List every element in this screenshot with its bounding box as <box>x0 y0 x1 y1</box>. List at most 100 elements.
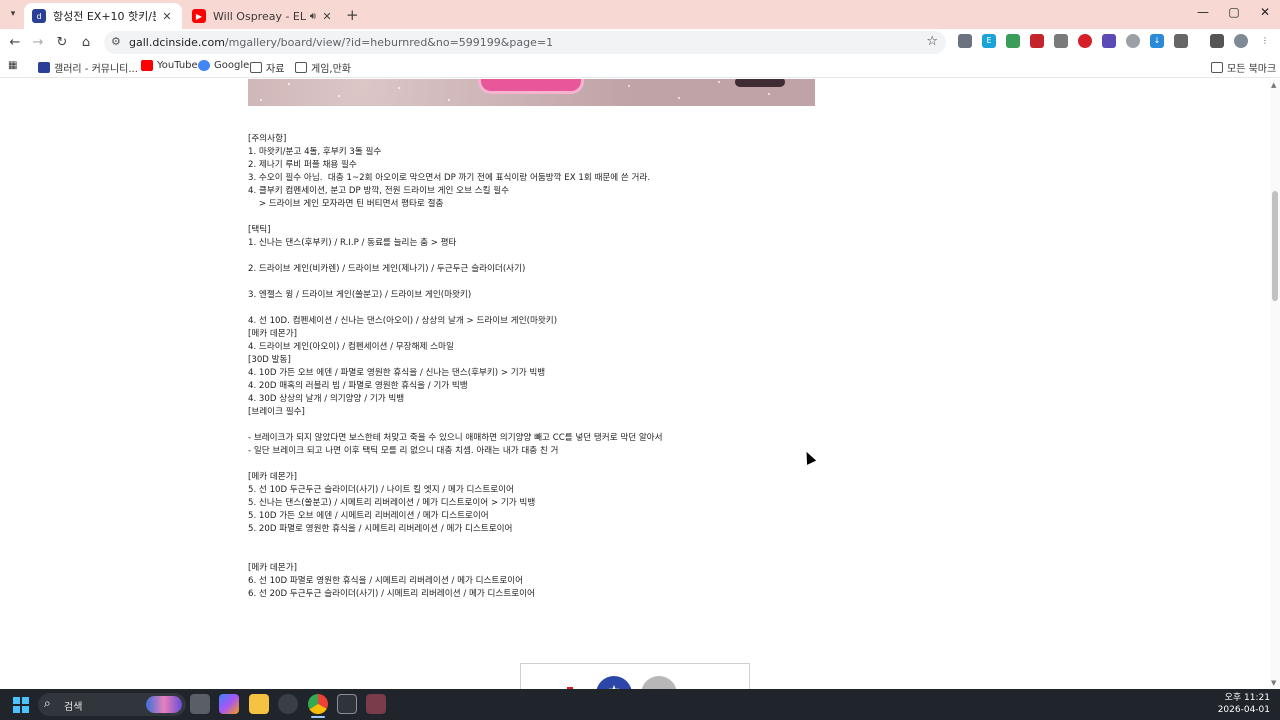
steam-icon[interactable] <box>278 694 298 714</box>
extension-red-icon[interactable] <box>1030 34 1044 48</box>
media-control-icon[interactable] <box>1210 34 1224 48</box>
taskbar-search-box[interactable]: ⌕ 검색 <box>38 693 186 716</box>
post-line <box>248 419 848 432</box>
all-bookmarks-folder[interactable]: 모든 북마크 <box>1211 60 1276 75</box>
new-tab-button[interactable]: + <box>346 6 359 24</box>
profile-avatar[interactable] <box>1234 34 1248 48</box>
post-banner-image <box>248 79 815 106</box>
not-recommend-button[interactable] <box>641 676 677 689</box>
post-line: - 일단 브레이크 되고 나면 이후 택틱 모를 리 없으니 대충 치셈. 아래… <box>248 446 559 456</box>
clock-date: 2026-04-01 <box>1217 705 1270 715</box>
extensions-puzzle-icon[interactable] <box>1174 34 1188 48</box>
site-info-icon[interactable]: ⚙︎ <box>111 35 121 48</box>
post-line: [메카 데몬가] <box>248 329 297 339</box>
file-explorer-icon[interactable] <box>249 694 269 714</box>
banner-pink-button-shape <box>481 79 581 91</box>
post-line: [메카 데몬가] <box>248 563 297 573</box>
scrollbar-thumb[interactable] <box>1272 191 1278 301</box>
post-line: 5. 선 10D 두근두근 슬라이더(사기) / 나이트 킬 엣지 / 메가 디… <box>248 485 514 495</box>
post-line: 4. 30D 상상의 날개 / 의기양양 / 기가 빅뱅 <box>248 394 405 404</box>
post-line <box>248 302 848 315</box>
post-line: 4. 20D 매혹의 러블리 빔 / 파멸로 영원한 휴식을 / 기가 빅뱅 <box>248 381 468 391</box>
game-app-icon[interactable] <box>366 694 386 714</box>
bookmark-folder-game[interactable]: 게임,만화 <box>295 60 351 75</box>
recommend-star-button[interactable]: ★ <box>596 676 632 689</box>
post-line: 3. 수오이 필수 아님. 대충 1~2회 아오이로 막으면서 DP 까기 전에… <box>248 173 651 183</box>
tab-search-chevron-icon[interactable]: ▾ <box>5 6 21 22</box>
post-line: 4. 10D 가든 오브 에덴 / 파멸로 영원한 휴식을 / 신나는 댄스(후… <box>248 368 546 378</box>
menu-kebab-icon[interactable]: ⋮ <box>1258 34 1272 48</box>
reload-button[interactable]: ↻ <box>53 34 71 52</box>
address-bar[interactable]: ⚙︎ gall.dcinside.com/mgallery/board/view… <box>104 31 946 54</box>
post-line: 1. 신나는 댄스(후부키) / R.I.P / 동료를 늘리는 춤 > 평타 <box>248 238 457 248</box>
post-line <box>248 549 848 562</box>
post-line: 5. 10D 가든 오브 에덴 / 시메트리 리버레이션 / 메가 디스트로이어 <box>248 511 489 521</box>
close-tab-icon[interactable]: ✕ <box>320 10 334 23</box>
youtube-favicon-icon: ▶ <box>192 9 206 23</box>
post-line: [브레이크 필수] <box>248 407 305 417</box>
bookmark-folder-data[interactable]: 자료 <box>250 60 284 75</box>
copilot-icon[interactable] <box>219 694 239 714</box>
post-line <box>248 250 848 263</box>
extension-purple-icon[interactable] <box>1102 34 1116 48</box>
windows-start-icon[interactable] <box>13 697 29 713</box>
bookmark-star-icon[interactable]: ☆ <box>926 34 938 49</box>
post-line: 2. 제나기 루비 퍼플 채용 필수 <box>248 160 357 170</box>
dcinside-favicon-icon: d <box>32 9 46 23</box>
system-clock[interactable]: 오후 11:21 2026-04-01 <box>1218 692 1270 716</box>
page-scrollbar[interactable]: ▲ ▼ <box>1270 79 1280 689</box>
windows-taskbar: ⌕ 검색 오후 11:21 2026-04-01 <box>0 689 1280 720</box>
tab-title: Will Ospreay - ELEVATED ( <box>213 9 307 23</box>
chrome-active-indicator <box>311 716 325 718</box>
task-view-icon[interactable] <box>190 694 210 714</box>
bookmark-google[interactable]: Google <box>198 60 249 71</box>
post-line: 1. 마왓키/분고 4돌, 후부키 3돌 필수 <box>248 147 382 157</box>
extension-green-icon[interactable] <box>1006 34 1020 48</box>
tab-title: 항성전 EX+10 핫키/분고 관크 등 <box>53 10 156 23</box>
bookmarks-bar: ▦ 갤러리 - 커뮤니티... YouTube Google 자료 게임,만화 … <box>0 56 1280 78</box>
post-line: [30D 발동] <box>248 355 291 365</box>
post-line: [택틱] <box>248 225 271 235</box>
bookmark-youtube[interactable]: YouTube <box>141 60 198 71</box>
back-button[interactable]: ← <box>6 34 24 52</box>
search-icon: ⌕ <box>44 696 51 710</box>
recommend-box: ★ <box>520 663 750 689</box>
post-line <box>248 276 848 289</box>
forward-button[interactable]: → <box>29 34 47 52</box>
speaker-icon[interactable]: 🔊︎ <box>310 11 316 22</box>
post-line: 4. 드라이브 게인(아오이) / 컴펜세이션 / 무장해제 스마일 <box>248 342 454 352</box>
extension-record-icon[interactable] <box>1078 34 1092 48</box>
close-window-button[interactable]: ✕ <box>1255 5 1275 19</box>
post-line: 6. 선 10D 파멸로 영원한 휴식을 / 시메트리 리버레이션 / 메가 디… <box>248 576 524 586</box>
minimize-button[interactable]: — <box>1193 5 1213 19</box>
search-placeholder: 검색 <box>64 702 83 713</box>
chrome-icon[interactable] <box>308 694 328 714</box>
tab-dcinside[interactable]: d 항성전 EX+10 핫키/분고 관크 등 ✕ <box>24 3 182 29</box>
post-line: - 브레이크가 되지 않았다면 보스한테 처맞고 죽을 수 있으니 애매하면 의… <box>248 433 663 443</box>
download-icon[interactable]: ↓ <box>1150 34 1164 48</box>
home-button[interactable]: ⌂ <box>77 34 95 52</box>
post-line: 6. 선 20D 두근두근 슬라이더(사기) / 시메트리 리버레이션 / 메가… <box>248 589 535 599</box>
post-line: 4. 클부키 컴펜세이션, 분고 DP 방깍, 전원 드라이브 게인 오브 스킬… <box>248 186 510 196</box>
apps-grid-icon[interactable]: ▦ <box>8 60 17 71</box>
translate-extension-icon[interactable] <box>958 34 972 48</box>
scroll-up-arrow-icon[interactable]: ▲ <box>1271 81 1276 89</box>
chat-app-icon[interactable] <box>337 694 357 714</box>
post-line: 5. 20D 파멸로 영원한 휴식을 / 시메트리 리버레이션 / 메가 디스트… <box>248 524 513 534</box>
post-line: > 드라이브 게인 모자라면 틴 버티면서 평타로 절충 <box>248 199 444 209</box>
post-line <box>248 536 848 549</box>
scroll-down-arrow-icon[interactable]: ▼ <box>1271 679 1276 687</box>
post-line: 2. 드라이브 게인(비카렌) / 드라이브 게인(제나기) / 두근두근 슬라… <box>248 264 526 274</box>
url-text[interactable]: gall.dcinside.com/mgallery/board/view/?i… <box>129 36 553 49</box>
close-tab-icon[interactable]: ✕ <box>160 10 174 23</box>
extension-gear-icon[interactable] <box>1126 34 1140 48</box>
search-highlight-icon <box>146 696 182 713</box>
extension-e-icon[interactable]: E <box>982 34 996 48</box>
post-line: [메카 데몬가] <box>248 472 297 482</box>
bookmark-gallery[interactable]: 갤러리 - 커뮤니티... <box>38 60 138 75</box>
tab-youtube[interactable]: ▶ Will Ospreay - ELEVATED ( 🔊︎ ✕ <box>184 3 342 29</box>
post-body: [주의사항] 1. 마왓키/분고 4돌, 후부키 3돌 필수 2. 제나기 루비 퍼… <box>248 133 848 601</box>
extension-store-icon[interactable] <box>1054 34 1068 48</box>
page-content: [주의사항] 1. 마왓키/분고 4돌, 후부키 3돌 필수 2. 제나기 루비 퍼… <box>0 79 1280 689</box>
maximize-button[interactable]: ▢ <box>1224 5 1244 19</box>
